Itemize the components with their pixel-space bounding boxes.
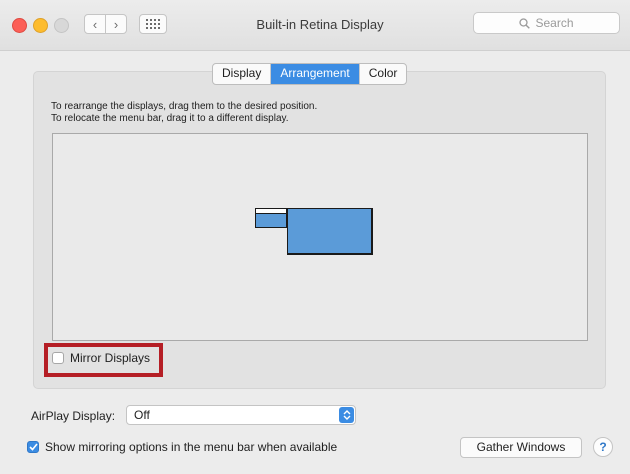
- main-display[interactable]: [287, 208, 373, 255]
- close-button[interactable]: [12, 18, 27, 33]
- back-icon: ‹: [92, 16, 98, 32]
- instruction-line-2: To relocate the menu bar, drag it to a d…: [51, 113, 289, 124]
- checkmark-icon: [28, 443, 38, 451]
- forward-button[interactable]: ›: [105, 14, 127, 34]
- mirror-displays-checkbox[interactable]: [52, 352, 64, 364]
- mirror-displays-label: Mirror Displays: [70, 351, 151, 365]
- show-all-button[interactable]: [139, 14, 167, 34]
- airplay-display-value: Off: [134, 408, 150, 422]
- back-button[interactable]: ‹: [84, 14, 106, 34]
- tab-color[interactable]: Color: [360, 64, 407, 84]
- show-all-grid-icon: [146, 19, 160, 29]
- airplay-display-select[interactable]: Off: [126, 405, 356, 425]
- search-placeholder: Search: [535, 16, 574, 30]
- tab-display[interactable]: Display: [213, 64, 272, 84]
- window-title: Built-in Retina Display: [256, 17, 384, 32]
- display-arrangement-area: [52, 133, 588, 341]
- show-mirroring-option[interactable]: Show mirroring options in the menu bar w…: [27, 440, 337, 454]
- title-bar: ‹ › Built-in Retina Display Search: [0, 0, 630, 51]
- instruction-line-1: To rearrange the displays, drag them to …: [51, 101, 318, 112]
- show-mirroring-label: Show mirroring options in the menu bar w…: [45, 440, 338, 454]
- tab-bar: Display Arrangement Color: [212, 63, 408, 85]
- menu-bar-handle[interactable]: [256, 209, 286, 214]
- show-mirroring-checkbox[interactable]: [27, 441, 39, 453]
- mirror-displays-option[interactable]: Mirror Displays: [52, 351, 150, 365]
- search-field[interactable]: Search: [473, 12, 620, 34]
- tab-arrangement[interactable]: Arrangement: [271, 64, 360, 84]
- zoom-button[interactable]: [54, 18, 69, 33]
- help-button[interactable]: ?: [593, 437, 613, 457]
- airplay-display-label: AirPlay Display:: [31, 409, 116, 423]
- gather-windows-button[interactable]: Gather Windows: [460, 437, 582, 458]
- preferences-window: ‹ › Built-in Retina Display Search Displ…: [0, 0, 630, 474]
- secondary-display[interactable]: [255, 208, 287, 228]
- arrangement-instructions: To rearrange the displays, drag them to …: [51, 101, 317, 125]
- stepper-icon: [339, 407, 354, 423]
- search-icon: [519, 17, 531, 29]
- forward-icon: ›: [113, 16, 119, 32]
- minimize-button[interactable]: [33, 18, 48, 33]
